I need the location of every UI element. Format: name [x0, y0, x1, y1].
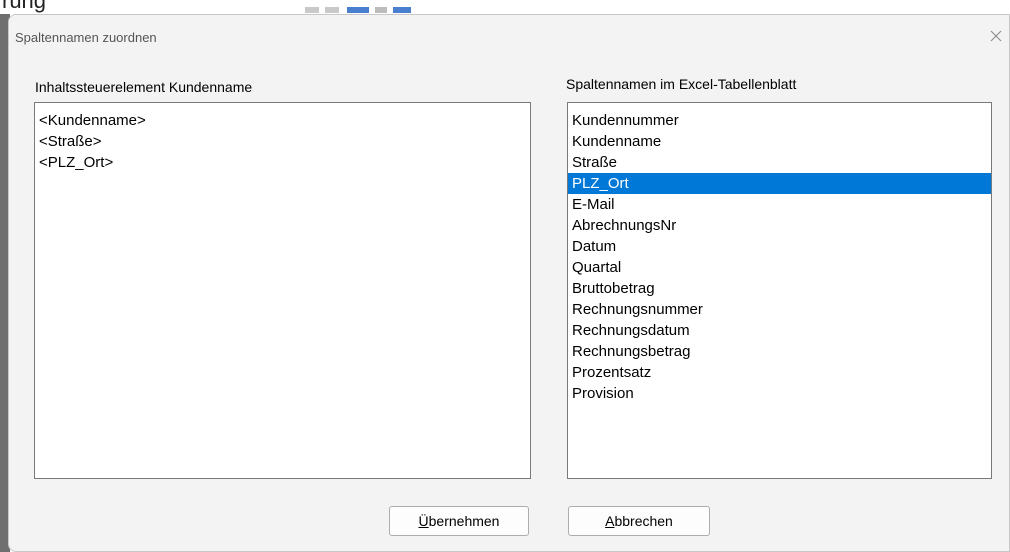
content-control-item[interactable]: <Kundenname> [35, 110, 530, 131]
close-icon [990, 30, 1002, 42]
cancel-button-mnemonic: A [605, 513, 615, 529]
close-button[interactable] [983, 21, 1009, 51]
content-control-listbox[interactable]: <Kundenname> <Straße> <PLZ_Ort> [34, 102, 531, 479]
background-app-strip: rung [0, 0, 1010, 14]
excel-column-item[interactable]: Rechnungsbetrag [568, 341, 991, 362]
excel-column-item[interactable]: Rechnungsdatum [568, 320, 991, 341]
apply-button-label: bernehmen [428, 513, 500, 529]
content-control-item[interactable]: <PLZ_Ort> [35, 152, 530, 173]
excel-column-item[interactable]: Kundennummer [568, 110, 991, 131]
excel-columns-listbox[interactable]: Kundennummer Kundenname Straße PLZ_Ort E-Mai… [567, 102, 992, 479]
excel-column-item[interactable]: PLZ_Ort [568, 173, 991, 194]
dialog-titlebar[interactable]: Spaltennamen zuordnen [9, 15, 1009, 61]
excel-column-item[interactable]: Prozentsatz [568, 362, 991, 383]
column-mapping-dialog: Spaltennamen zuordnen Inhaltssteuereleme… [8, 14, 1010, 552]
excel-column-item[interactable]: AbrechnungsNr [568, 215, 991, 236]
excel-column-item[interactable]: Datum [568, 236, 991, 257]
content-control-item[interactable]: <Straße> [35, 131, 530, 152]
excel-column-item[interactable]: Rechnungsnummer [568, 299, 991, 320]
content-control-label: Inhaltssteuerelement Kundenname [35, 79, 253, 95]
excel-column-item[interactable]: Provision [568, 383, 991, 404]
excel-column-item[interactable]: Kundenname [568, 131, 991, 152]
excel-columns-label: Spaltennamen im Excel-Tabellenblatt [566, 76, 797, 92]
excel-column-item[interactable]: Bruttobetrag [568, 278, 991, 299]
apply-button-mnemonic: Ü [418, 513, 429, 529]
apply-button[interactable]: Übernehmen [389, 506, 529, 536]
excel-column-item[interactable]: Quartal [568, 257, 991, 278]
excel-column-item[interactable]: Straße [568, 152, 991, 173]
cancel-button-label: bbrechen [614, 513, 673, 529]
excel-column-item[interactable]: E-Mail [568, 194, 991, 215]
background-toolbar-marks [305, 7, 425, 14]
background-partial-text: rung [2, 0, 47, 13]
dialog-title: Spaltennamen zuordnen [15, 30, 157, 45]
cancel-button[interactable]: Abbrechen [568, 506, 710, 536]
